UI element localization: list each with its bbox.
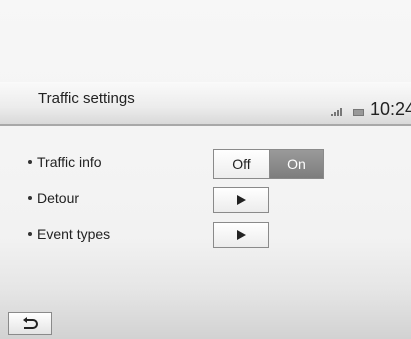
setting-label-traffic-info: Traffic info: [37, 154, 102, 170]
battery-icon: [353, 109, 364, 116]
setting-label-event-types: Event types: [37, 226, 111, 242]
back-button[interactable]: [8, 312, 52, 335]
setting-row-traffic-info: Traffic info: [28, 154, 102, 170]
traffic-info-toggle[interactable]: Off On: [213, 149, 324, 179]
toggle-off-option[interactable]: Off: [214, 150, 270, 178]
clock: 10:24: [370, 99, 411, 119]
screen: Traffic settings 10:24 Traffic info Off …: [0, 0, 411, 339]
page-title: Traffic settings: [38, 90, 135, 107]
signal-strength-icon: [331, 108, 342, 116]
return-arrow-icon: [23, 316, 38, 329]
play-arrow-icon: [236, 230, 246, 240]
play-arrow-icon: [236, 195, 246, 205]
detour-button[interactable]: [213, 187, 269, 213]
setting-row-event-types: Event types: [28, 226, 110, 242]
header-bar: Traffic settings 10:24: [0, 82, 411, 126]
bullet-icon: [28, 196, 32, 200]
setting-row-detour: Detour: [28, 190, 79, 206]
bullet-icon: [28, 160, 32, 164]
event-types-button[interactable]: [213, 222, 269, 248]
setting-label-detour: Detour: [37, 190, 80, 206]
toggle-on-option[interactable]: On: [270, 150, 323, 178]
bullet-icon: [28, 232, 32, 236]
